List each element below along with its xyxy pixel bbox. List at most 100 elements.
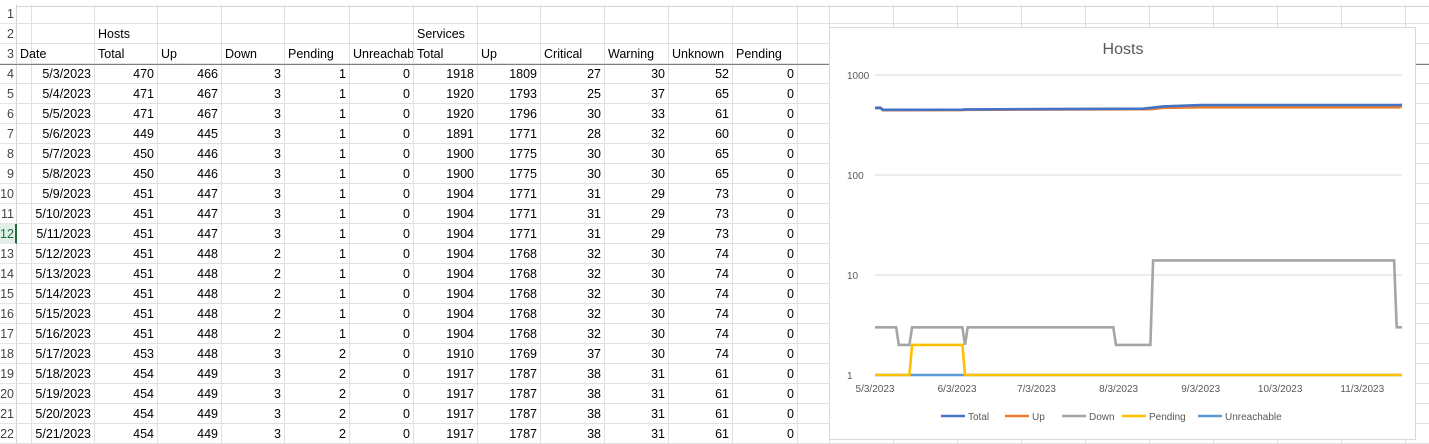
value-cell[interactable]: 1 [285, 64, 350, 84]
row-header[interactable]: 10 [0, 184, 17, 204]
value-cell[interactable]: 31 [541, 224, 605, 244]
value-cell[interactable]: 3 [222, 124, 285, 144]
value-cell[interactable]: 1 [285, 284, 350, 304]
value-cell[interactable]: 450 [95, 164, 158, 184]
date-cell[interactable]: 5/7/2023 [17, 144, 95, 164]
grid-cell[interactable] [1086, 4, 1150, 24]
grid-cell[interactable] [798, 64, 830, 84]
value-cell[interactable]: 30 [605, 144, 669, 164]
value-cell[interactable]: 0 [733, 104, 798, 124]
value-cell[interactable]: 32 [605, 124, 669, 144]
grid-cell[interactable] [541, 24, 605, 44]
value-cell[interactable]: 1904 [414, 324, 478, 344]
value-cell[interactable]: 449 [158, 384, 222, 404]
date-cell[interactable]: 5/21/2023 [17, 424, 95, 444]
value-cell[interactable]: 0 [350, 244, 414, 264]
value-cell[interactable]: 32 [541, 304, 605, 324]
row-header[interactable]: 4 [0, 64, 17, 84]
value-cell[interactable]: 2 [285, 344, 350, 364]
value-cell[interactable]: 1771 [478, 184, 541, 204]
value-cell[interactable]: 30 [605, 244, 669, 264]
value-cell[interactable]: 0 [350, 184, 414, 204]
grid-cell[interactable] [1342, 4, 1406, 24]
value-cell[interactable]: 0 [350, 64, 414, 84]
date-cell[interactable]: 5/18/2023 [17, 364, 95, 384]
value-cell[interactable]: 1917 [414, 364, 478, 384]
date-cell[interactable]: 5/20/2023 [17, 404, 95, 424]
value-cell[interactable]: 3 [222, 144, 285, 164]
value-cell[interactable]: 454 [95, 424, 158, 444]
value-cell[interactable]: 2 [285, 424, 350, 444]
grid-cell[interactable] [669, 4, 733, 24]
value-cell[interactable]: 31 [541, 184, 605, 204]
value-cell[interactable]: 449 [158, 364, 222, 384]
row-header[interactable]: 5 [0, 84, 17, 104]
value-cell[interactable]: 451 [95, 244, 158, 264]
value-cell[interactable]: 1 [285, 164, 350, 184]
value-cell[interactable]: 471 [95, 84, 158, 104]
grid-cell[interactable] [798, 324, 830, 344]
value-cell[interactable]: 1920 [414, 104, 478, 124]
grid-cell[interactable] [798, 404, 830, 424]
value-cell[interactable]: 448 [158, 264, 222, 284]
row-header[interactable]: 12 [0, 224, 17, 244]
value-cell[interactable]: 61 [669, 104, 733, 124]
value-cell[interactable]: 2 [285, 404, 350, 424]
value-cell[interactable]: 3 [222, 204, 285, 224]
value-cell[interactable]: 1796 [478, 104, 541, 124]
value-cell[interactable]: 0 [733, 264, 798, 284]
grid-cell[interactable] [222, 24, 285, 44]
value-cell[interactable]: 445 [158, 124, 222, 144]
row-header[interactable]: 11 [0, 204, 17, 224]
grid-cell[interactable] [1214, 4, 1278, 24]
value-cell[interactable]: 1 [285, 264, 350, 284]
value-cell[interactable]: 38 [541, 364, 605, 384]
grid-cell[interactable] [285, 4, 350, 24]
value-cell[interactable]: 0 [350, 404, 414, 424]
row-header[interactable]: 13 [0, 244, 17, 264]
value-cell[interactable]: 451 [95, 324, 158, 344]
grid-cell[interactable] [669, 24, 733, 44]
value-cell[interactable]: 0 [350, 84, 414, 104]
value-cell[interactable]: 1900 [414, 144, 478, 164]
value-cell[interactable]: 0 [350, 204, 414, 224]
value-cell[interactable]: 446 [158, 144, 222, 164]
grid-cell[interactable] [158, 4, 222, 24]
value-cell[interactable]: 0 [733, 364, 798, 384]
value-cell[interactable]: 2 [222, 264, 285, 284]
grid-cell[interactable] [541, 4, 605, 24]
value-cell[interactable]: 30 [541, 104, 605, 124]
value-cell[interactable]: 467 [158, 84, 222, 104]
value-cell[interactable]: 1 [285, 324, 350, 344]
value-cell[interactable]: 451 [95, 284, 158, 304]
value-cell[interactable]: 449 [95, 124, 158, 144]
column-header-cell[interactable]: Unknown [669, 44, 733, 64]
grid-cell[interactable] [350, 4, 414, 24]
value-cell[interactable]: 1904 [414, 304, 478, 324]
grid-cell[interactable] [17, 4, 32, 24]
value-cell[interactable]: 61 [669, 424, 733, 444]
value-cell[interactable]: 1904 [414, 204, 478, 224]
column-header-cell[interactable]: Pending [733, 44, 798, 64]
value-cell[interactable]: 1 [285, 104, 350, 124]
value-cell[interactable]: 1768 [478, 304, 541, 324]
value-cell[interactable]: 0 [350, 224, 414, 244]
value-cell[interactable]: 1787 [478, 384, 541, 404]
row-header[interactable]: 3 [0, 44, 17, 64]
grid-cell[interactable] [798, 104, 830, 124]
grid-cell[interactable] [733, 24, 798, 44]
grid-cell[interactable] [32, 4, 95, 24]
value-cell[interactable]: 1769 [478, 344, 541, 364]
grid-cell[interactable] [285, 24, 350, 44]
value-cell[interactable]: 454 [95, 384, 158, 404]
value-cell[interactable]: 447 [158, 204, 222, 224]
value-cell[interactable]: 0 [733, 204, 798, 224]
grid-cell[interactable] [798, 144, 830, 164]
row-header[interactable]: 16 [0, 304, 17, 324]
value-cell[interactable]: 73 [669, 184, 733, 204]
grid-cell[interactable] [798, 264, 830, 284]
row-header[interactable]: 6 [0, 104, 17, 124]
value-cell[interactable]: 0 [733, 384, 798, 404]
value-cell[interactable]: 2 [222, 324, 285, 344]
value-cell[interactable]: 448 [158, 344, 222, 364]
